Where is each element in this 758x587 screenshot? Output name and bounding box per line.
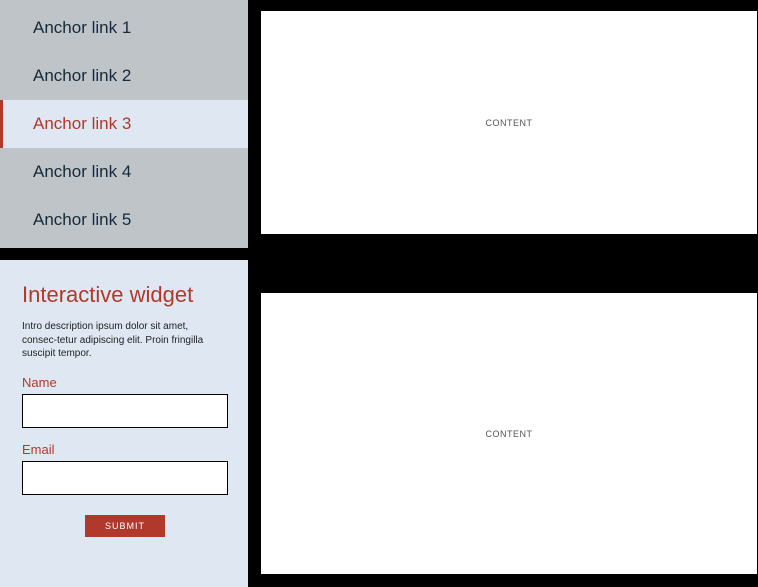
nav-item-2[interactable]: Anchor link 2 [0,52,248,100]
nav-item-5[interactable]: Anchor link 5 [0,196,248,244]
name-label: Name [22,375,226,390]
nav-item-3[interactable]: Anchor link 3 [0,100,248,148]
content-top-label: CONTENT [486,118,533,128]
nav-item-1[interactable]: Anchor link 1 [0,4,248,52]
interactive-widget: Interactive widget Intro description ips… [0,260,248,587]
name-input[interactable] [22,394,228,428]
content-pane-top: CONTENT [260,10,758,235]
submit-button[interactable]: SUBMIT [85,515,165,537]
nav-item-4[interactable]: Anchor link 4 [0,148,248,196]
anchor-nav: Anchor link 1 Anchor link 2 Anchor link … [0,0,248,248]
widget-title: Interactive widget [22,282,226,308]
email-input[interactable] [22,461,228,495]
widget-description: Intro description ipsum dolor sit amet, … [22,320,222,361]
content-bottom-label: CONTENT [486,429,533,439]
email-label: Email [22,442,226,457]
content-pane-bottom: CONTENT [260,292,758,575]
